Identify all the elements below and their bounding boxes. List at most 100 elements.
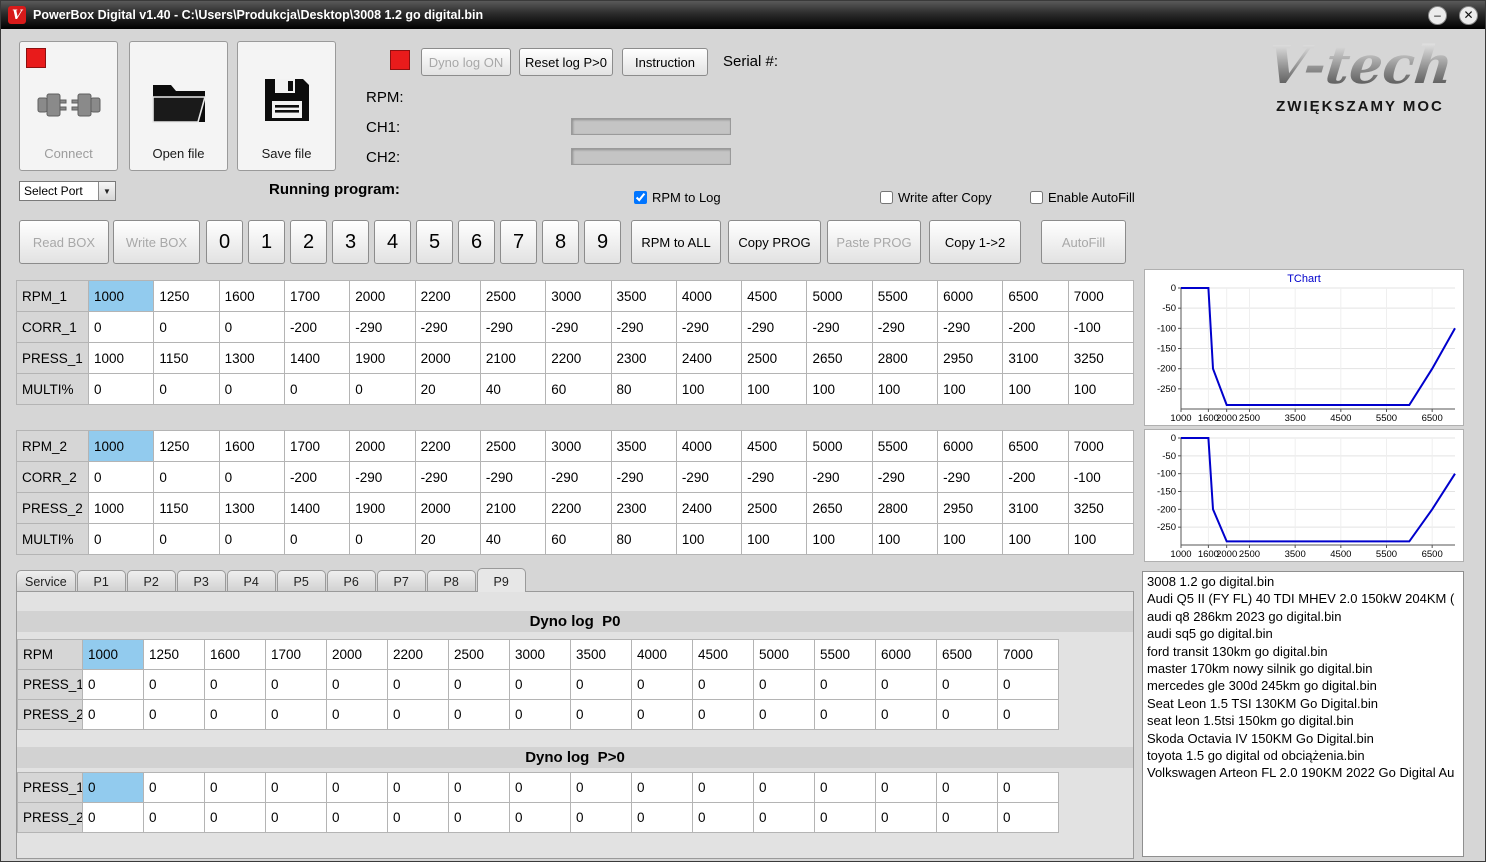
value-cell[interactable]: 0 [82, 669, 144, 700]
value-cell[interactable]: -200 [283, 311, 351, 343]
file-list-item[interactable]: Seat Leon 1.5 TSI 130KM Go Digital.bin [1147, 695, 1459, 712]
value-cell[interactable]: 1250 [153, 280, 220, 312]
value-cell[interactable]: 3000 [509, 639, 571, 670]
value-cell[interactable]: 0 [265, 699, 327, 730]
value-cell[interactable]: 40 [479, 373, 547, 405]
value-cell[interactable]: 5000 [806, 280, 873, 312]
value-cell[interactable]: -290 [937, 461, 1004, 493]
value-cell[interactable]: 20 [414, 523, 481, 555]
value-cell[interactable]: 2000 [414, 492, 481, 524]
value-cell[interactable]: -290 [806, 461, 873, 493]
value-cell[interactable]: 1700 [265, 639, 327, 670]
value-cell[interactable]: 100 [1067, 373, 1135, 405]
value-cell[interactable]: -200 [283, 461, 351, 493]
value-cell[interactable]: 2400 [675, 492, 743, 524]
value-cell[interactable]: 0 [143, 669, 205, 700]
tab-p1[interactable]: P1 [76, 570, 126, 592]
file-list-item[interactable]: 3008 1.2 go digital.bin [1147, 573, 1459, 590]
value-cell[interactable]: 6000 [937, 430, 1004, 462]
copy-prog-button[interactable]: Copy PROG [728, 220, 821, 264]
value-cell[interactable]: 3500 [570, 639, 632, 670]
file-list-item[interactable]: toyota 1.5 go digital od obciążenia.bin [1147, 747, 1459, 764]
value-cell[interactable]: 0 [997, 669, 1059, 700]
write-after-copy-checkbox[interactable]: Write after Copy [880, 190, 992, 205]
value-cell[interactable]: 1300 [218, 342, 285, 374]
file-list-item[interactable]: Volkswagen Arteon FL 2.0 190KM 2022 Go D… [1147, 764, 1459, 781]
value-cell[interactable]: 100 [675, 523, 743, 555]
value-cell[interactable]: 0 [204, 772, 266, 803]
autofill-button[interactable]: AutoFill [1041, 220, 1126, 264]
value-cell[interactable]: 100 [741, 523, 808, 555]
value-cell[interactable]: 0 [509, 802, 571, 833]
rpm-to-all-button[interactable]: RPM to ALL [631, 220, 721, 264]
value-cell[interactable]: -200 [1002, 461, 1069, 493]
value-cell[interactable]: 4000 [631, 639, 693, 670]
value-cell[interactable]: 1700 [283, 280, 351, 312]
value-cell[interactable]: 0 [82, 699, 144, 730]
value-cell[interactable]: 0 [218, 523, 285, 555]
value-cell[interactable]: 2000 [326, 639, 388, 670]
tab-service[interactable]: Service [16, 570, 76, 592]
value-cell[interactable]: 1300 [218, 492, 285, 524]
value-cell[interactable]: 1000 [82, 639, 144, 670]
value-cell[interactable]: 2950 [937, 492, 1004, 524]
paste-prog-button[interactable]: Paste PROG [827, 220, 921, 264]
value-cell[interactable]: 2800 [871, 342, 939, 374]
value-cell[interactable]: 0 [153, 373, 220, 405]
value-cell[interactable]: 0 [570, 699, 632, 730]
value-cell[interactable]: 6000 [937, 280, 1004, 312]
read-box-button[interactable]: Read BOX [19, 220, 109, 264]
enable-autofill-checkbox[interactable]: Enable AutoFill [1030, 190, 1135, 205]
value-cell[interactable]: 100 [937, 523, 1004, 555]
value-cell[interactable]: 0 [326, 802, 388, 833]
value-cell[interactable]: 0 [265, 772, 327, 803]
value-cell[interactable]: 0 [875, 699, 937, 730]
value-cell[interactable]: 2400 [675, 342, 743, 374]
write-after-copy-checkbox-input[interactable] [880, 191, 893, 204]
value-cell[interactable]: 2500 [479, 430, 547, 462]
value-cell[interactable]: 2200 [414, 430, 481, 462]
value-cell[interactable]: 2800 [871, 492, 939, 524]
value-cell[interactable]: 0 [997, 699, 1059, 730]
value-cell[interactable]: 4500 [741, 280, 808, 312]
connect-button[interactable]: Connect [19, 41, 118, 171]
value-cell[interactable]: 1900 [349, 342, 416, 374]
digit-button-2[interactable]: 2 [290, 220, 327, 264]
value-cell[interactable]: 2300 [610, 342, 677, 374]
tab-p6[interactable]: P6 [326, 570, 376, 592]
value-cell[interactable]: 4000 [675, 430, 743, 462]
value-cell[interactable]: 0 [143, 802, 205, 833]
value-cell[interactable]: -290 [479, 311, 547, 343]
select-port-dropdown[interactable]: Select Port ▼ [19, 181, 116, 201]
value-cell[interactable]: 1600 [218, 280, 285, 312]
value-cell[interactable]: 0 [875, 802, 937, 833]
rpm-to-log-checkbox-input[interactable] [634, 191, 647, 204]
value-cell[interactable]: 0 [326, 669, 388, 700]
value-cell[interactable]: 0 [204, 802, 266, 833]
value-cell[interactable]: 2200 [545, 492, 612, 524]
value-cell[interactable]: 0 [87, 311, 155, 343]
value-cell[interactable]: -100 [1067, 311, 1135, 343]
value-cell[interactable]: 0 [349, 523, 416, 555]
value-cell[interactable]: 3250 [1067, 342, 1135, 374]
value-cell[interactable]: 1250 [153, 430, 220, 462]
value-cell[interactable]: 0 [753, 669, 815, 700]
digit-button-5[interactable]: 5 [416, 220, 453, 264]
digit-button-0[interactable]: 0 [206, 220, 243, 264]
file-list-item[interactable]: audi sq5 go digital.bin [1147, 625, 1459, 642]
value-cell[interactable]: -290 [741, 461, 808, 493]
tab-p7[interactable]: P7 [376, 570, 426, 592]
value-cell[interactable]: 2200 [545, 342, 612, 374]
value-cell[interactable]: 0 [936, 772, 998, 803]
value-cell[interactable]: 0 [153, 523, 220, 555]
value-cell[interactable]: 0 [153, 311, 220, 343]
value-cell[interactable]: 0 [692, 699, 754, 730]
value-cell[interactable]: 0 [204, 669, 266, 700]
value-cell[interactable]: 0 [814, 669, 876, 700]
minimize-button[interactable]: – [1428, 5, 1447, 25]
value-cell[interactable]: 0 [875, 669, 937, 700]
value-cell[interactable]: 2500 [448, 639, 510, 670]
value-cell[interactable]: 60 [545, 373, 612, 405]
value-cell[interactable]: 100 [741, 373, 808, 405]
value-cell[interactable]: 0 [387, 802, 449, 833]
